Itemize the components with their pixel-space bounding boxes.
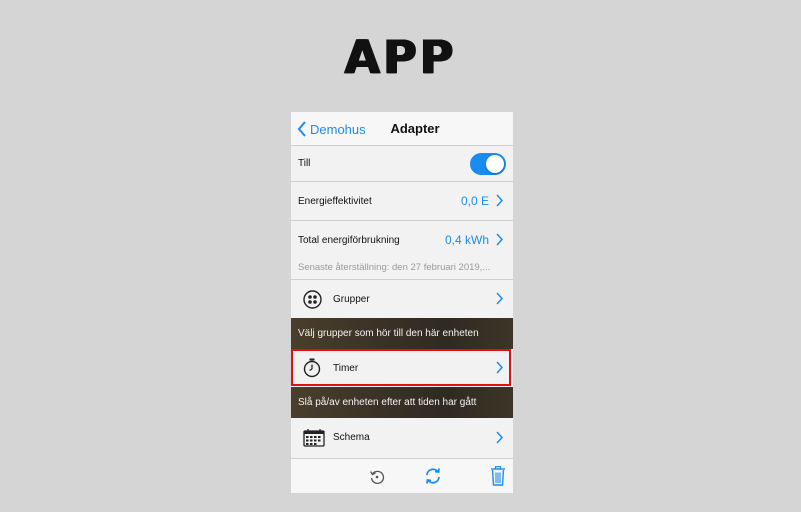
energy-efficiency-label: Energieffektivitet [298,196,372,207]
trash-icon[interactable] [490,466,506,491]
last-reset-note: Senaste återställning: den 27 februari 2… [298,262,491,273]
groups-label: Grupper [333,294,370,305]
toggle-knob [486,155,504,173]
chevron-right-icon [496,233,503,246]
chevron-right-icon [496,292,503,305]
groups-icon [303,290,322,314]
total-consumption-label: Total energiförbrukning [298,235,400,246]
power-row: Till [291,146,513,182]
reset-icon[interactable] [369,469,385,490]
timer-label: Timer [333,363,359,374]
timer-description: Slå på/av enheten efter att tiden har gå… [298,397,477,408]
timer-row[interactable]: Timer [291,349,513,387]
total-consumption-value: 0,4 kWh [444,233,489,247]
power-label: Till [298,158,311,169]
total-consumption-row[interactable]: Total energiförbrukning 0,4 kWh Senaste … [291,221,513,280]
schedule-label: Schema [333,432,370,443]
bottom-toolbar [291,458,513,493]
groups-row[interactable]: Grupper [291,280,513,318]
chevron-right-icon [496,194,503,207]
timer-description-banner: Slå på/av enheten efter att tiden har gå… [291,387,513,418]
energy-efficiency-value: 0,0 E [460,194,489,208]
calendar-icon [303,429,325,452]
navigation-bar: Demohus Adapter [291,112,513,146]
chevron-right-icon [496,361,503,374]
power-toggle[interactable] [470,153,506,175]
stopwatch-icon [303,358,321,383]
groups-description-banner: Välj grupper som hör till den här enhete… [291,318,513,349]
refresh-icon[interactable] [424,467,442,490]
energy-efficiency-row[interactable]: Energieffektivitet 0,0 E [291,182,513,221]
schedule-row[interactable]: Schema [291,418,513,458]
chevron-right-icon [496,431,503,444]
groups-description: Välj grupper som hör till den här enhete… [298,328,479,339]
app-heading: APP [344,30,457,84]
page-title: Adapter [390,121,440,136]
phone-screen: Demohus Adapter Till Energieffektivitet … [291,112,513,493]
